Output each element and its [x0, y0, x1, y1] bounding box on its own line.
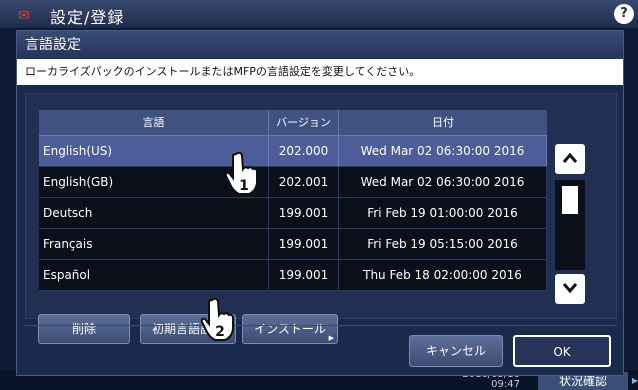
submenu-arrow-icon: ▶ [328, 334, 334, 342]
cell-version: 199.001 [269, 260, 339, 290]
cell-language: Français [39, 229, 269, 259]
arrow-icon: ▶ [631, 376, 638, 385]
screen-title: 設定/登録 [50, 8, 125, 27]
chevron-up-icon [562, 152, 578, 163]
table-row[interactable]: English(GB) 202.001 Wed Mar 02 06:30:00 … [39, 167, 547, 198]
cancel-button[interactable]: キャンセル [409, 335, 503, 367]
cell-date: Fri Feb 19 05:15:00 2016 [339, 229, 547, 259]
table-row[interactable]: Français 199.001 Fri Feb 19 05:15:00 201… [39, 229, 547, 260]
column-header-version[interactable]: バージョン [269, 110, 339, 135]
chevron-down-icon [562, 283, 578, 294]
cell-date: Wed Mar 02 06:30:00 2016 [339, 136, 547, 166]
table-row[interactable]: Deutsch 199.001 Fri Feb 19 01:00:00 2016 [39, 198, 547, 229]
delete-button[interactable]: 削除 [38, 314, 130, 344]
scrollbar-track[interactable] [555, 180, 585, 270]
scroll-down-button[interactable] [555, 274, 585, 304]
cell-version: 199.001 [269, 229, 339, 259]
hand-pointer-icon: 1 [224, 151, 258, 195]
column-header-language[interactable]: 言語 [39, 110, 269, 135]
hand-pointer-icon: 2 [200, 297, 234, 341]
cell-date: Fri Feb 19 01:00:00 2016 [339, 198, 547, 228]
cell-date: Wed Mar 02 06:30:00 2016 [339, 167, 547, 197]
table-row[interactable]: Español 199.001 Thu Feb 18 02:00:00 2016 [39, 260, 547, 291]
cell-version: 202.000 [269, 136, 339, 166]
marker-number: 1 [239, 178, 249, 194]
cell-version: 202.001 [269, 167, 339, 197]
background-header: ✉ 設定/登録 ? [0, 0, 638, 28]
status-check-label: 状況確認 [558, 374, 607, 388]
language-panel: 言語 バージョン 日付 English(US) 202.000 Wed Mar … [25, 93, 617, 344]
cell-language: Deutsch [39, 198, 269, 228]
cell-version: 199.001 [269, 198, 339, 228]
table-row[interactable]: English(US) 202.000 Wed Mar 02 06:30:00 … [39, 136, 547, 167]
scrollbar-thumb[interactable] [562, 186, 578, 214]
clock-time: 09:47 [491, 379, 520, 390]
divider [25, 325, 617, 326]
cell-language: Español [39, 260, 269, 290]
language-settings-dialog: 言語設定 ローカライズパックのインストールまたはMFPの言語設定を変更してくださ… [16, 30, 624, 376]
table-header: 言語 バージョン 日付 [39, 110, 547, 136]
instruction-text: ローカライズパックのインストールまたはMFPの言語設定を変更してください。 [17, 59, 623, 85]
ok-button[interactable]: OK [513, 335, 611, 367]
install-button[interactable]: インストール ▶ [242, 314, 338, 344]
marker-number: 2 [215, 324, 225, 340]
column-header-date[interactable]: 日付 [339, 110, 547, 135]
scroll-up-button[interactable] [555, 144, 585, 174]
help-icon[interactable]: ? [614, 4, 634, 24]
dialog-title: 言語設定 [17, 31, 623, 59]
cell-date: Thu Feb 18 02:00:00 2016 [339, 260, 547, 290]
language-table: 言語 バージョン 日付 English(US) 202.000 Wed Mar … [39, 110, 547, 291]
settings-icon: ✉ [18, 8, 30, 24]
